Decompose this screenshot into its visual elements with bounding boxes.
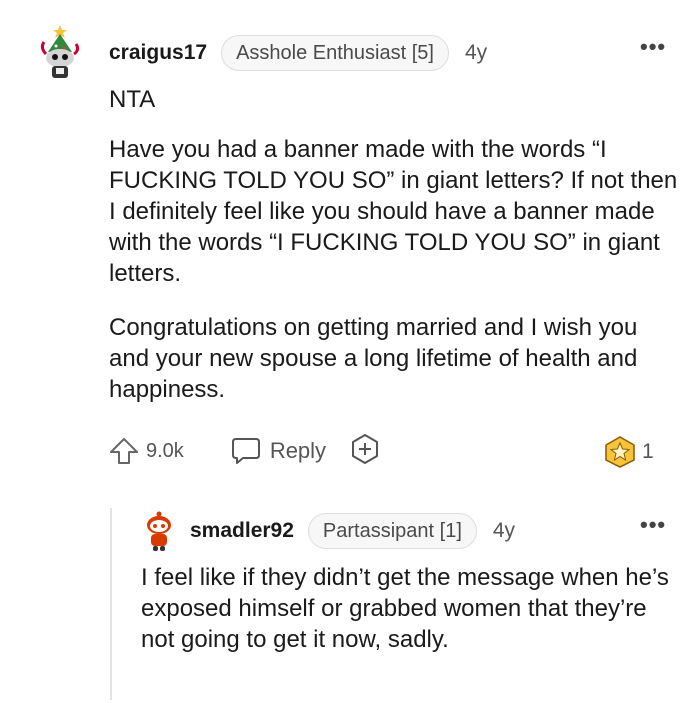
- reply-meta: smadler92 Partassipant [1] 4y: [190, 513, 515, 549]
- reply-more-options-icon[interactable]: •••: [640, 512, 666, 538]
- reply-username[interactable]: smadler92: [190, 519, 294, 543]
- comment-meta: craigus17 Asshole Enthusiast [5] 4y: [109, 35, 487, 71]
- comment-paragraph: Congratulations on getting married and I…: [109, 314, 638, 403]
- comment-paragraph: NTA: [109, 86, 156, 113]
- user-avatar[interactable]: [36, 24, 84, 80]
- username[interactable]: craigus17: [109, 41, 207, 65]
- reply-button[interactable]: Reply: [230, 436, 326, 466]
- reply-label: Reply: [269, 438, 327, 463]
- give-award-button[interactable]: [350, 433, 380, 470]
- reply-text: I feel like if they didn’t get the messa…: [141, 564, 669, 653]
- award-add-icon: [352, 433, 379, 464]
- reply-user-avatar[interactable]: [142, 510, 176, 552]
- award-badge[interactable]: 1: [604, 436, 654, 468]
- reply-user-flair: Partassipant [1]: [307, 513, 477, 549]
- upvote-count: 9.0k: [146, 439, 184, 462]
- reply-bubble-icon: [231, 438, 260, 464]
- comment-age: 4y: [464, 41, 488, 64]
- gold-award-icon: [605, 436, 635, 468]
- thread-line[interactable]: [110, 508, 112, 700]
- user-flair: Asshole Enthusiast [5]: [221, 35, 449, 71]
- comment-actions: 9.0k Reply: [108, 433, 380, 469]
- avatar-icon: [40, 25, 80, 78]
- award-count: 1: [642, 440, 654, 463]
- comment-paragraph: Have you had a banner made with the word…: [109, 136, 678, 287]
- snoo-avatar-icon: [147, 511, 171, 551]
- upvote-arrow-icon: [110, 438, 138, 464]
- reply-age: 4y: [492, 519, 516, 542]
- upvote-button[interactable]: 9.0k: [108, 435, 184, 467]
- more-options-icon[interactable]: •••: [640, 34, 666, 60]
